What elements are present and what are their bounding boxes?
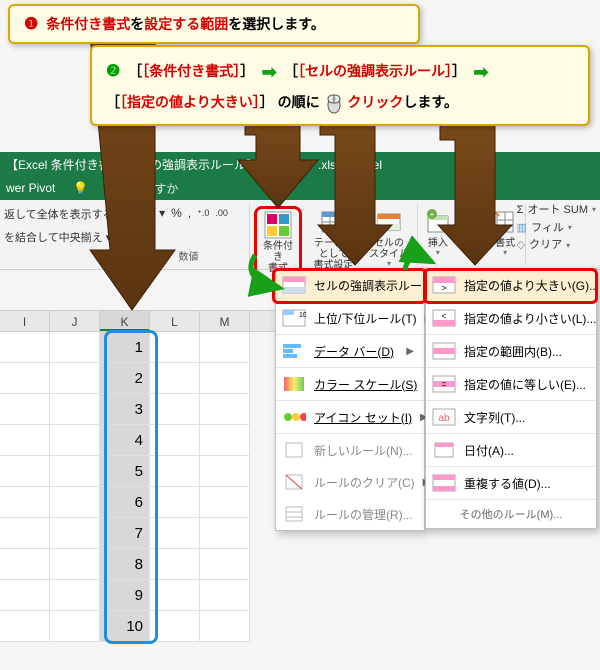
less-than-icon: <	[432, 308, 456, 328]
cell-k-7[interactable]: 7	[100, 518, 150, 549]
callout-step-1: ❶ 条件付き書式を設定する範囲を選択します。	[8, 4, 420, 44]
conditional-formatting-menu: セルの強調表示ルール(H) ▶ 10 上位/下位ルール(T) ▶ データ バー(…	[275, 268, 425, 531]
svg-text:<: <	[441, 311, 446, 321]
equal-icon: =	[432, 374, 456, 394]
menu-item-more-rules[interactable]: その他のルール(M)...	[426, 499, 596, 528]
icon-sets-icon	[282, 407, 306, 427]
delete-icon: ×	[458, 208, 486, 236]
col-header-m[interactable]: M	[200, 311, 250, 331]
menu-item-data-bars[interactable]: データ バー(D) ▶	[276, 334, 424, 367]
step-number-1: ❶	[24, 16, 38, 33]
step-number-2: ❷	[106, 63, 120, 80]
submenu-arrow-icon: ▶	[406, 346, 414, 357]
insert-cells-button[interactable]: + 挿入▾	[422, 206, 454, 258]
duplicate-icon	[432, 473, 456, 493]
menu-item-duplicate-values[interactable]: 重複する値(D)...	[426, 466, 596, 499]
date-icon	[432, 440, 456, 460]
delete-cells-button[interactable]: × 削除▾	[456, 206, 488, 258]
fill-button[interactable]: ▥フィル ▾	[517, 220, 596, 238]
menu-item-new-rule[interactable]: 新しいルール(N)...	[276, 433, 424, 466]
cell-k-4[interactable]: 4	[100, 425, 150, 456]
clear-rules-icon	[282, 472, 306, 492]
cell-k-8[interactable]: 8	[100, 549, 150, 580]
document-title: 【Excel 条件付き書式 セルの強調表示ルール】を学ぼう！.xlsx - Ex…	[6, 156, 382, 173]
svg-text:×: ×	[463, 210, 468, 219]
between-icon	[432, 341, 456, 361]
cell-k-9[interactable]: 9	[100, 580, 150, 611]
comma-button[interactable]: ,	[188, 206, 191, 220]
menu-item-date-occurring[interactable]: 日付(A)...	[426, 433, 596, 466]
mouse-icon	[326, 92, 342, 114]
menu-item-greater-than[interactable]: > 指定の値より大きい(G)...	[426, 269, 596, 301]
wrap-text-button[interactable]: 返して全体を表示する	[4, 206, 114, 222]
column-headers: I J K L M	[0, 310, 280, 332]
group-label-number: 数値	[179, 248, 199, 263]
manage-rules-icon	[282, 504, 306, 524]
menu-item-less-than[interactable]: < 指定の値より小さい(L)...	[426, 301, 596, 334]
insert-icon: +	[424, 208, 452, 236]
window-title-bar: 【Excel 条件付き書式 セルの強調表示ルール】を学ぼう！.xlsx - Ex…	[0, 152, 600, 176]
autosum-button[interactable]: Σオート SUM ▾	[517, 202, 596, 220]
percent-button[interactable]: %	[171, 206, 182, 220]
cell-k-5[interactable]: 5	[100, 456, 150, 487]
col-header-k[interactable]: K	[100, 311, 150, 331]
data-bars-icon	[282, 341, 306, 361]
increase-decimal-button[interactable]: ⁺.0	[197, 208, 209, 219]
col-header-l[interactable]: L	[150, 311, 200, 331]
svg-text:10: 10	[299, 312, 306, 319]
cell-styles-icon	[375, 208, 403, 236]
cell-k-10[interactable]: 10	[100, 611, 150, 642]
clear-button[interactable]: ◇クリア ▾	[517, 237, 596, 255]
menu-item-top-bottom[interactable]: 10 上位/下位ルール(T) ▶	[276, 301, 424, 334]
cell-styles-button[interactable]: セルの スタイル▾	[365, 206, 413, 269]
table-icon	[320, 208, 348, 236]
tab-powerpivot[interactable]: wer Pivot	[6, 181, 55, 195]
menu-item-equal-to[interactable]: = 指定の値に等しい(E)...	[426, 367, 596, 400]
cell-k-3[interactable]: 3	[100, 394, 150, 425]
color-scales-icon	[282, 374, 306, 394]
cell-k-2[interactable]: 2	[100, 363, 150, 394]
greater-than-icon: >	[432, 275, 456, 295]
text-icon: ab	[432, 407, 456, 427]
highlight-rules-icon	[282, 275, 306, 295]
menu-item-highlight-rules[interactable]: セルの強調表示ルール(H) ▶	[276, 269, 424, 301]
cell-k-1[interactable]: 1	[100, 332, 150, 363]
menu-item-color-scales[interactable]: カラー スケール(S) ▶	[276, 367, 424, 400]
menu-item-clear-rules[interactable]: ルールのクリア(C) ▶	[276, 466, 424, 498]
menu-item-icon-sets[interactable]: アイコン セット(I) ▶	[276, 400, 424, 433]
highlight-rules-submenu: > 指定の値より大きい(G)... < 指定の値より小さい(L)... 指定の範…	[425, 268, 597, 529]
top-bottom-icon: 10	[282, 308, 306, 328]
lightbulb-icon: 💡	[73, 181, 88, 195]
svg-text:=: =	[441, 379, 446, 389]
arrow-right-icon: ➡	[470, 55, 492, 89]
conditional-formatting-icon	[264, 211, 292, 239]
svg-text:>: >	[441, 283, 446, 293]
worksheet-grid[interactable]: 1 2 3 4 5 6 7 8 9 10	[0, 332, 280, 642]
menu-item-text-contains[interactable]: ab 文字列(T)...	[426, 400, 596, 433]
col-header-i[interactable]: I	[0, 311, 50, 331]
decrease-decimal-button[interactable]: .00	[215, 208, 228, 218]
format-icon	[491, 208, 519, 236]
svg-text:+: +	[429, 210, 434, 219]
tell-me-input[interactable]: 何をしますか	[106, 180, 178, 197]
menu-item-manage-rules[interactable]: ルールの管理(R)...	[276, 498, 424, 530]
new-rule-icon	[282, 440, 306, 460]
col-header-j[interactable]: J	[50, 311, 100, 331]
merge-center-button[interactable]: を結合して中央揃え ▾	[4, 229, 111, 245]
callout-step-2: ❷ ［［条件付き書式］］ ➡ ［［セルの強調表示ルール］］ ➡ ［［指定の値より…	[90, 45, 590, 126]
menu-item-between[interactable]: 指定の範囲内(B)...	[426, 334, 596, 367]
arrow-right-icon: ➡	[258, 55, 280, 89]
cell-k-6[interactable]: 6	[100, 487, 150, 518]
ribbon-tab-row: wer Pivot 💡 何をしますか	[0, 176, 600, 200]
svg-text:ab: ab	[438, 413, 450, 424]
ribbon: 返して全体を表示する を結合して中央揃え ▾ ¥ ▾ % , ⁺.0 .00 数…	[0, 200, 600, 270]
editing-group: Σオート SUM ▾ ▥フィル ▾ ◇クリア ▾	[517, 202, 596, 255]
currency-dropdown[interactable]: ¥ ▾	[149, 206, 165, 220]
